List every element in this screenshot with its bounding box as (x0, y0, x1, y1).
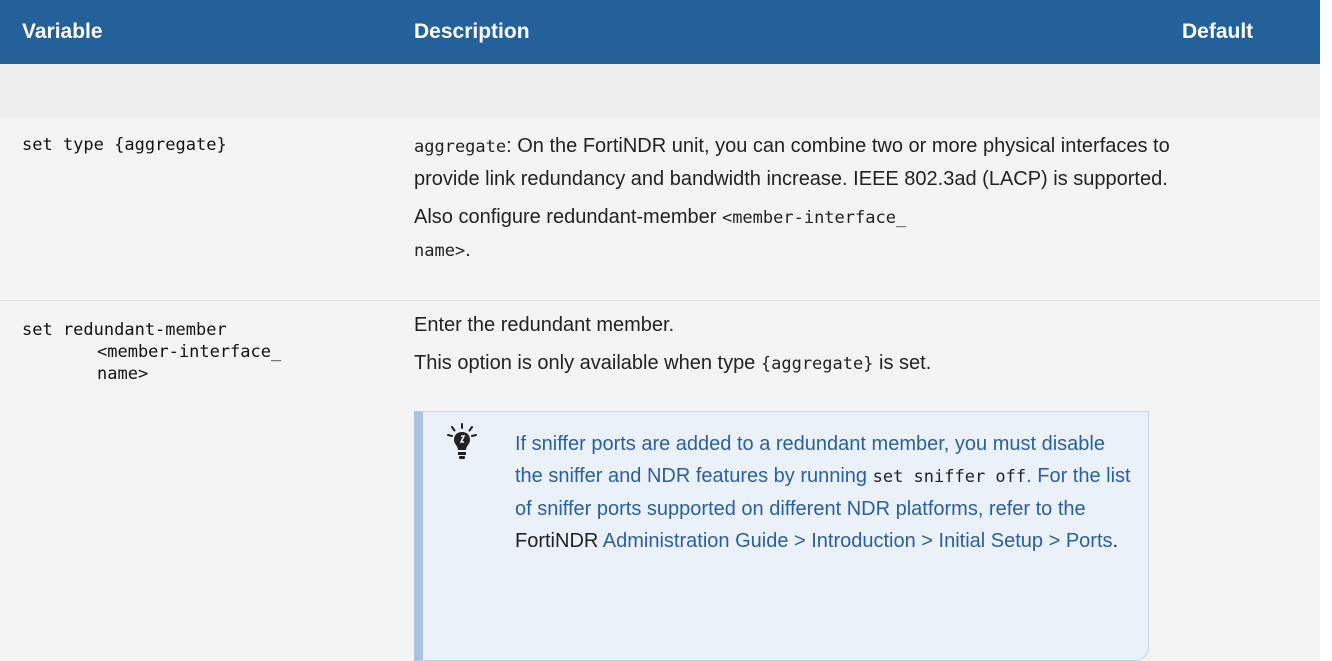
code-member-interface-end: name> (414, 241, 466, 261)
header-variable: Variable (22, 20, 103, 43)
description-cell: aggregate: On the FortiNDR unit, you can… (414, 130, 1174, 267)
header-description: Description (414, 20, 530, 43)
code-aggregate: aggregate (414, 137, 507, 157)
code-set-sniffer-off: set sniffer off (872, 467, 1027, 487)
description-paragraph: Also configure redundant-member <member-… (414, 201, 1174, 267)
description-paragraph: Enter the redundant member. (414, 314, 675, 336)
variable-line: <member-interface_ (97, 342, 282, 362)
code-aggregate: {aggregate} (760, 354, 874, 374)
description-cell: Enter the redundant member. This option … (414, 309, 1174, 380)
admin-guide-link[interactable]: Administration Guide > Introduction > In… (603, 530, 1113, 552)
table-row: set type {aggregate} aggregate: On the F… (0, 118, 1320, 300)
variable-cell: set redundant-member <member-interface_ … (22, 319, 281, 385)
header-default: Default (1182, 20, 1254, 43)
description-paragraph: This option is only available when type … (414, 347, 1174, 380)
description-text: is set. (873, 352, 932, 374)
variable-cell: set type {aggregate} (22, 135, 227, 155)
table-header: Variable Description Default (0, 0, 1320, 64)
variable-line: name> (97, 364, 149, 384)
variable-line: set redundant-member (22, 320, 227, 340)
description-text: : On the FortiNDR unit, you can combine … (414, 135, 1170, 190)
lightbulb-icon (447, 423, 477, 459)
description-paragraph: aggregate: On the FortiNDR unit, you can… (414, 130, 1174, 195)
tip-text-part: FortiNDR (515, 530, 599, 552)
description-text: . (465, 239, 471, 261)
table-row-empty (0, 64, 1320, 118)
code-member-interface: <member-interface_ (721, 208, 907, 228)
table-row: set redundant-member <member-interface_ … (0, 300, 1320, 661)
description-text: This option is only available when type (414, 352, 761, 374)
tip-note: If sniffer ports are added to a redundan… (414, 411, 1149, 661)
description-text: Also configure redundant-member (414, 206, 722, 228)
tip-text: If sniffer ports are added to a redundan… (515, 428, 1135, 557)
tip-text-part: . (1112, 530, 1119, 552)
